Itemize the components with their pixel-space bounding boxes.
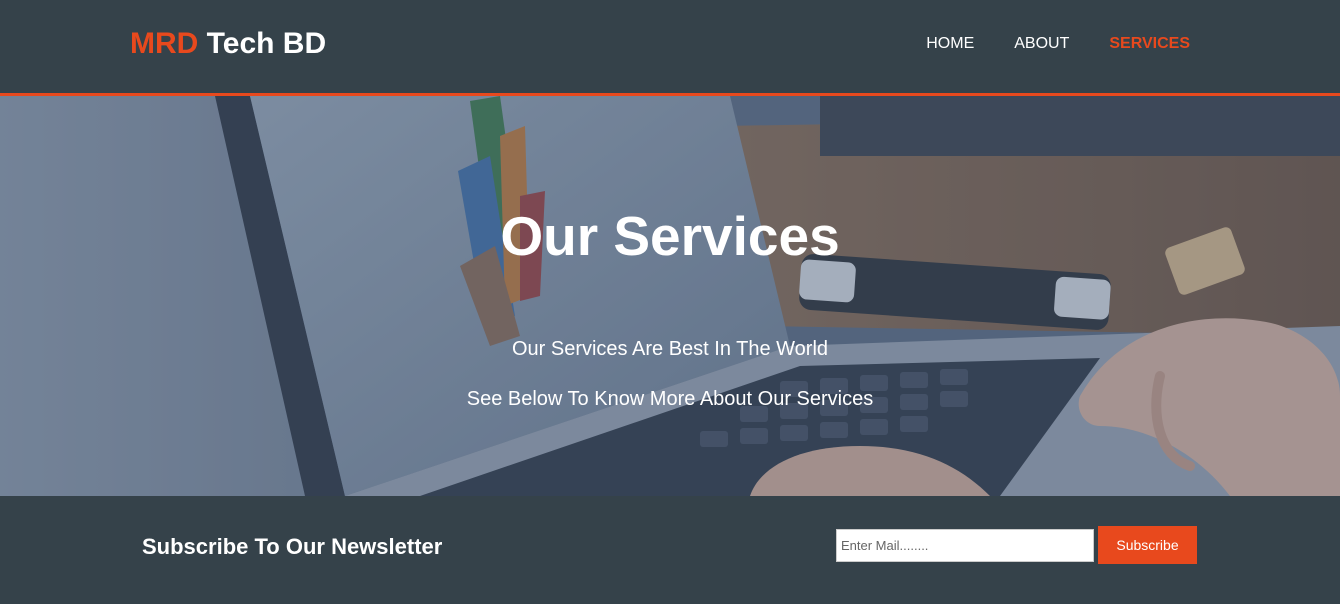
showcase-hero: Our Services Our Services Are Best In Th… — [0, 96, 1340, 496]
email-input[interactable] — [836, 529, 1094, 562]
newsletter-section: Subscribe To Our Newsletter Subscribe — [0, 496, 1340, 604]
brand-name: Tech BD — [198, 27, 327, 60]
hero-title: Our Services — [500, 205, 840, 267]
hero-tagline: See Below To Know More About Our Service… — [466, 388, 874, 410]
subscribe-button[interactable]: Subscribe — [1098, 526, 1197, 564]
newsletter-title: Subscribe To Our Newsletter — [142, 534, 443, 559]
hero-subtitle: Our Services Are Best In The World — [511, 338, 829, 360]
site-header: MRD Tech BD HOME ABOUT SERVICES — [0, 0, 1340, 96]
nav-item-services[interactable]: SERVICES — [1109, 34, 1190, 54]
main-nav: HOME ABOUT SERVICES — [926, 34, 1190, 54]
brand-logo[interactable]: MRD Tech BD — [130, 26, 326, 62]
brand-highlight: MRD — [130, 27, 199, 60]
nav-item-home[interactable]: HOME — [926, 34, 974, 54]
hero-overlay — [0, 96, 1340, 496]
nav-item-about[interactable]: ABOUT — [1014, 34, 1069, 54]
